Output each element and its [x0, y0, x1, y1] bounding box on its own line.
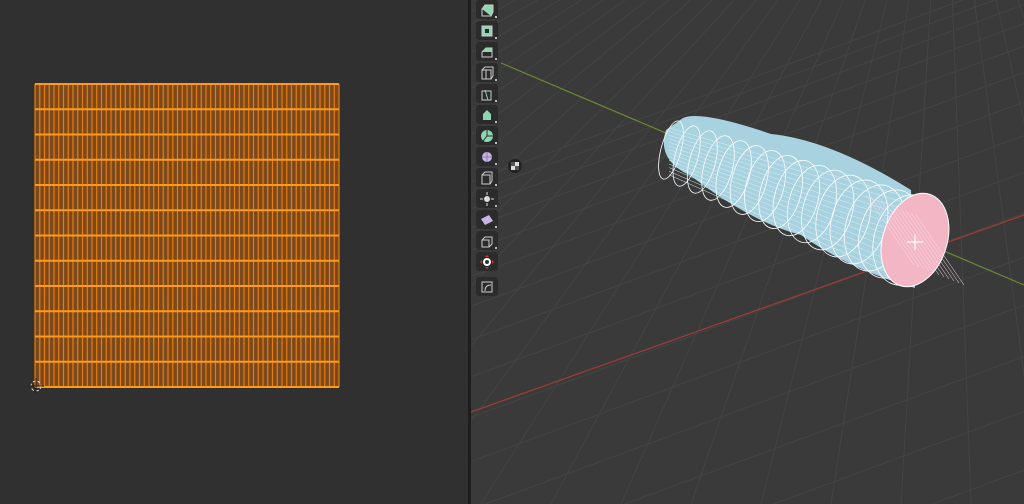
rip-region-icon [481, 236, 493, 247]
loop-cut-icon [481, 66, 494, 79]
3d-viewport[interactable] [471, 0, 1024, 504]
measure-tool[interactable] [476, 277, 498, 296]
uv-editor[interactable] [0, 0, 468, 504]
rip-region-tool[interactable] [476, 231, 498, 250]
floor-grid-line [471, 256, 1024, 463]
bevel-icon [481, 47, 493, 57]
extrude-icon [481, 4, 494, 16]
floor-grid-line [773, 411, 1024, 504]
measure-icon [481, 281, 493, 292]
extrude-tool[interactable] [476, 0, 498, 19]
inset-icon [481, 25, 493, 36]
transform-tool[interactable] [476, 252, 498, 271]
floor-grid-line [550, 0, 822, 504]
cylinder-body [663, 116, 915, 288]
floor-grid-line [480, 0, 801, 504]
checker-icon [511, 162, 519, 170]
smooth-tool[interactable] [476, 147, 498, 166]
shrink-fatten-icon [480, 191, 494, 206]
floor-grid-line [485, 304, 1024, 504]
poly-build-icon [483, 109, 491, 120]
shear-icon [481, 214, 493, 225]
toolbar [476, 0, 502, 298]
floor-grid-line [471, 0, 713, 239]
spin-icon [481, 129, 493, 142]
spin-tool[interactable] [476, 126, 498, 145]
uv-mesh [28, 83, 340, 394]
edge-slide-tool[interactable] [476, 168, 498, 187]
transform-gizmo-icon [480, 254, 494, 269]
loop-cut-tool[interactable] [476, 63, 498, 82]
smooth-icon [482, 151, 492, 162]
floor-grid-line [1017, 0, 1024, 19]
sidebar-toggle[interactable] [508, 159, 522, 173]
knife-tool[interactable] [476, 84, 498, 103]
inset-tool[interactable] [476, 21, 498, 40]
floor-grid-line [471, 0, 473, 2]
poly-build-tool[interactable] [476, 105, 498, 124]
bevel-tool[interactable] [476, 42, 498, 61]
shrink-fatten-tool[interactable] [476, 189, 498, 208]
floor-grid-line [951, 0, 972, 504]
edge-slide-icon [481, 171, 493, 184]
shear-tool[interactable] [476, 210, 498, 229]
viewport-scene [471, 0, 1024, 504]
knife-icon [481, 89, 492, 100]
floor-grid-line [932, 469, 1024, 504]
